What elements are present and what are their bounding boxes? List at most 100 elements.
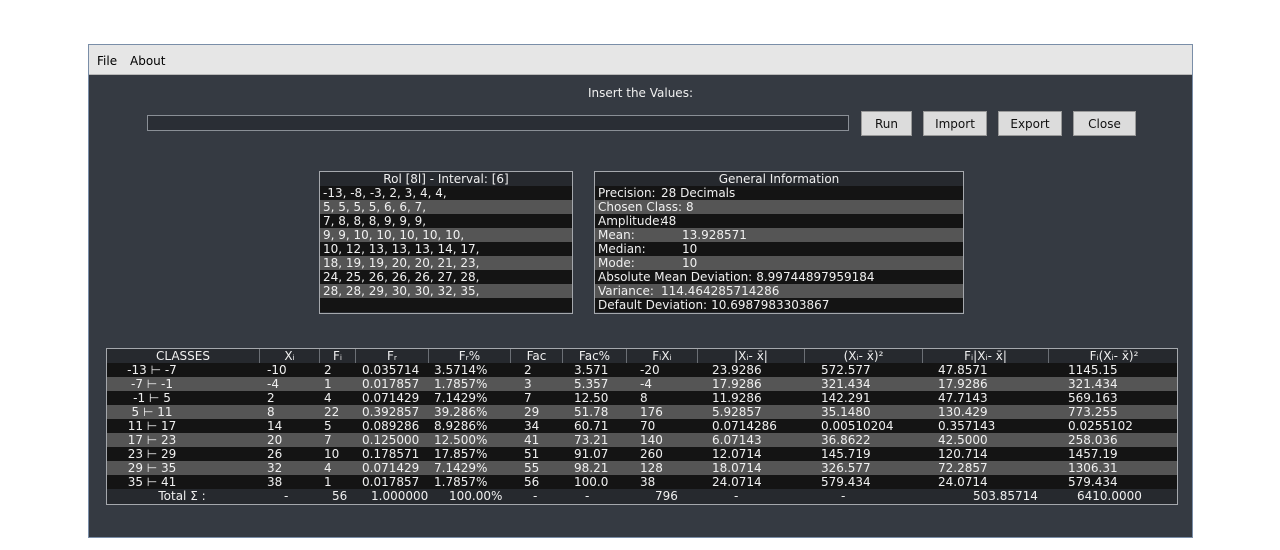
column-header: FᵢXᵢ [627, 349, 698, 363]
table-cell: 42.5000 [938, 433, 988, 447]
table-cell: 572.577 [821, 363, 871, 377]
table-cell: 6.07143 [712, 433, 762, 447]
values-input[interactable] [147, 115, 849, 131]
info-row: Variance: 114.464285714286 [595, 284, 963, 298]
table-cell: 17.857% [434, 447, 488, 461]
insert-values-label: Insert the Values: [588, 86, 693, 100]
table-cell: 3.571 [574, 363, 609, 377]
table-cell: 98.21 [574, 461, 609, 475]
close-button[interactable]: Close [1073, 111, 1136, 136]
general-info-title: General Information [718, 172, 840, 186]
table-cell: 7.1429% [434, 391, 488, 405]
table-cell: - [841, 489, 846, 503]
rol-line: 18, 19, 19, 20, 20, 21, 23, [320, 256, 572, 270]
table-cell: 0.178571 [362, 447, 420, 461]
rol-line: 5, 5, 5, 5, 6, 6, 7, [320, 200, 572, 214]
table-cell: 100.0 [574, 475, 609, 489]
info-value: 8 [686, 200, 694, 214]
table-cell: 56 [332, 489, 348, 503]
info-label: Median: [598, 242, 646, 256]
table-cell: 29 ⊢ 35 [127, 461, 177, 475]
run-button[interactable]: Run [861, 111, 912, 136]
info-label: Amplitude: [598, 214, 664, 228]
info-value: 8.99744897959184 [756, 270, 875, 284]
table-cell: 0.0714286 [712, 419, 777, 433]
table-cell: 3.5714% [434, 363, 488, 377]
table-cell: 60.71 [574, 419, 609, 433]
table-cell: 91.07 [574, 447, 609, 461]
table-cell: 32 [267, 461, 283, 475]
table-row: 29 ⊢ 35 32 4 0.071429 7.1429% 55 98.21 128 18.07… [107, 461, 1177, 475]
rol-panel: Rol [8l] - Interval: [6] -13, -8, -3, 2,… [319, 171, 573, 314]
table-cell: 12.0714 [712, 447, 762, 461]
rol-line: 10, 12, 13, 13, 13, 14, 17, [320, 242, 572, 256]
rol-line: -13, -8, -3, 2, 3, 4, 4, [320, 186, 572, 200]
table-row: 5 ⊢ 11 8 22 0.392857 39.286% 29 51.78 176 5.9285… [107, 405, 1177, 419]
table-cell: 569.163 [1068, 391, 1118, 405]
rol-line: 28, 28, 29, 30, 30, 32, 35, [320, 284, 572, 298]
column-header: CLASSES [107, 349, 260, 363]
table-cell: -4 [267, 377, 279, 391]
table-cell: 0.357143 [938, 419, 996, 433]
info-value: 114.464285714286 [661, 284, 780, 298]
column-header: Fac% [563, 349, 627, 363]
table-cell: 51 [524, 447, 540, 461]
table-cell: 8 [640, 391, 648, 405]
menu-about[interactable]: About [130, 54, 165, 68]
table-cell: 176 [640, 405, 663, 419]
info-value: 48 [661, 214, 677, 228]
rol-line: 24, 25, 26, 26, 26, 27, 28, [320, 270, 572, 284]
table-cell: 0.071429 [362, 391, 420, 405]
menu-file[interactable]: File [97, 54, 117, 68]
table-cell: 38 [267, 475, 283, 489]
table-cell: 1.7857% [434, 377, 488, 391]
table-cell: 73.21 [574, 433, 609, 447]
table-cell: 23.9286 [712, 363, 762, 377]
table-cell: 11.9286 [712, 391, 762, 405]
export-button[interactable]: Export [998, 111, 1062, 136]
table-cell: 796 [655, 489, 678, 503]
table-cell: 0.017857 [362, 377, 420, 391]
table-cell: 0.125000 [362, 433, 420, 447]
table-cell: 0.392857 [362, 405, 420, 419]
table-cell: 120.714 [938, 447, 988, 461]
table-cell: 145.719 [821, 447, 871, 461]
table-cell: 1145.15 [1068, 363, 1118, 377]
table-cell: 17.9286 [712, 377, 762, 391]
table-row: -7 ⊢ -1 -4 1 0.017857 1.7857% 3 5.357 -4 17.9286… [107, 377, 1177, 391]
table-cell: 23 ⊢ 29 [127, 447, 177, 461]
table-cell: 47.8571 [938, 363, 988, 377]
table-cell: 0.00510204 [821, 419, 894, 433]
table-cell: Total Σ : [158, 489, 206, 503]
table-row: -1 ⊢ 5 2 4 0.071429 7.1429% 7 12.50 8 11.9286 142… [107, 391, 1177, 405]
table-cell: 10 [324, 447, 340, 461]
table-cell: 7 [524, 391, 532, 405]
rol-line [320, 298, 572, 312]
table-cell: 0.035714 [362, 363, 420, 377]
info-label: Precision: [598, 186, 656, 200]
table-cell: 12.500% [434, 433, 488, 447]
table-cell: 18.0714 [712, 461, 762, 475]
info-row: Median: 10 [595, 242, 963, 256]
column-header: Xᵢ [260, 349, 320, 363]
table-cell: 4 [324, 461, 332, 475]
table-cell: -10 [267, 363, 287, 377]
table-cell: 35.1480 [821, 405, 871, 419]
info-value: 10 [682, 242, 698, 256]
table-cell: 0.071429 [362, 461, 420, 475]
table-cell: 51.78 [574, 405, 609, 419]
table-cell: -7 ⊢ -1 [130, 377, 173, 391]
table-cell: - [533, 489, 538, 503]
column-header: Fac [511, 349, 563, 363]
table-cell: 72.2857 [938, 461, 988, 475]
table-row: 11 ⊢ 17 14 5 0.089286 8.9286% 34 60.71 70 0.0714… [107, 419, 1177, 433]
table-row: 23 ⊢ 29 26 10 0.178571 17.857% 51 91.07 260 12.0… [107, 447, 1177, 461]
table-header: CLASSES Xᵢ Fᵢ Fᵣ Fᵣ% Fac Fac% FᵢXᵢ |Xᵢ- x̄| (Xᵢ- … [107, 349, 1177, 363]
table-cell: 41 [524, 433, 540, 447]
table-cell: 12.50 [574, 391, 609, 405]
info-label: Chosen Class: [598, 200, 682, 214]
import-button[interactable]: Import [923, 111, 987, 136]
info-row: Default Deviation: 10.6987983303867 [595, 298, 963, 312]
table-cell: 34 [524, 419, 540, 433]
table-cell: 503.85714 [973, 489, 1038, 503]
